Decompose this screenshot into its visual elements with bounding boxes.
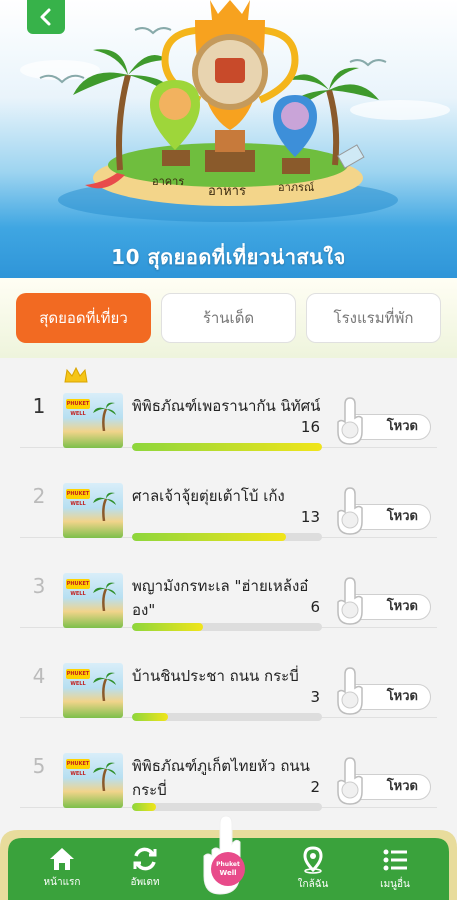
nav-update[interactable]: อัพเดท [110, 846, 180, 890]
vote-count: 2 [310, 778, 320, 796]
place-thumbnail[interactable]: PHUKET WELL [63, 483, 123, 538]
list-item[interactable]: 1 PHUKET WELL พิพิธภัณฑ์เพอรานากัน นิทัศน์… [20, 358, 437, 451]
category-tabs: สุดยอดที่เที่ยว ร้านเด็ด โรงแรมที่พัก [0, 278, 457, 358]
tab-hotels[interactable]: โรงแรมที่พัก [306, 293, 441, 343]
place-thumbnail[interactable]: PHUKET WELL [63, 393, 123, 448]
nav-home-label: หน้าแรก [43, 877, 81, 888]
back-button[interactable] [27, 0, 65, 34]
bottom-navigation: หน้าแรก อัพเดท Phuket Well ใกล้ฉัน เมนูอ… [0, 815, 457, 900]
menu-list-icon [383, 849, 407, 871]
rank-number: 2 [32, 484, 46, 508]
svg-text:Phuket: Phuket [216, 861, 240, 868]
hand-vote-icon [337, 757, 363, 805]
trophy-label-food: อาหาร [208, 184, 246, 199]
palm-tree-icon [93, 672, 116, 701]
list-item[interactable]: 5 PHUKET WELL พิพิธภัณฑ์ภูเก็ตไทยหัว ถนนกร… [20, 718, 437, 811]
vote-count: 3 [310, 688, 320, 706]
trophy-label-clothing: อาภรณ์ [278, 181, 315, 194]
palm-tree-icon [93, 492, 116, 521]
place-name[interactable]: บ้านชินประชา ถนน กระบี่ [132, 664, 322, 688]
nav-more-label: เมนูอื่น [380, 879, 410, 890]
vote-button[interactable]: โหวด [331, 397, 431, 445]
rank-number: 1 [32, 394, 46, 418]
rank-number: 5 [32, 754, 46, 778]
tab-top-attractions[interactable]: สุดยอดที่เที่ยว [16, 293, 151, 343]
place-thumbnail[interactable]: PHUKET WELL [63, 573, 123, 628]
rank-number: 4 [32, 664, 46, 688]
phuket-well-hand-icon: Phuket Well [203, 815, 245, 895]
hand-vote-icon [337, 577, 363, 625]
trophy-label-building: อาคาร [152, 175, 185, 188]
chevron-left-icon [40, 8, 51, 26]
phuket-well-logo-button[interactable]: Phuket Well [200, 814, 258, 898]
page-title: 10 สุดยอดที่เที่ยวน่าสนใจ [111, 245, 346, 269]
place-name[interactable]: ศาลเจ้าจุ้ยตุ่ยเต้าโบ้ เก้ง [132, 484, 322, 508]
vote-count: 16 [300, 418, 320, 436]
vote-button[interactable]: โหวด [331, 577, 431, 625]
vote-button[interactable]: โหวด [331, 757, 431, 805]
phuket-well-badge: PHUKET WELL [66, 759, 90, 777]
home-icon [50, 848, 74, 870]
refresh-icon [133, 847, 157, 871]
vote-button[interactable]: โหวด [331, 487, 431, 535]
rank-number: 3 [32, 574, 46, 598]
place-name[interactable]: พิพิธภัณฑ์เพอรานากัน นิทัศน์ [132, 394, 322, 418]
list-item[interactable]: 4 PHUKET WELL บ้านชินประชา ถนน กระบี่ 3 โหวด [20, 628, 437, 721]
nav-home[interactable]: หน้าแรก [27, 846, 97, 890]
phuket-well-badge: PHUKET WELL [66, 669, 90, 687]
island-trophy-illustration [20, 0, 450, 222]
hand-vote-icon [337, 397, 363, 445]
location-pin-icon [303, 846, 323, 874]
phuket-well-badge: PHUKET WELL [66, 579, 90, 597]
nav-nearby[interactable]: ใกล้ฉัน [278, 846, 348, 892]
hand-vote-icon [337, 667, 363, 715]
tab-top-restaurants[interactable]: ร้านเด็ด [161, 293, 296, 343]
ranking-list: 1 PHUKET WELL พิพิธภัณฑ์เพอรานากัน นิทัศน์… [0, 358, 457, 828]
vote-progress-fill [132, 803, 156, 811]
phuket-well-badge: PHUKET WELL [66, 489, 90, 507]
phuket-well-badge: PHUKET WELL [66, 399, 90, 417]
place-thumbnail[interactable]: PHUKET WELL [63, 753, 123, 808]
svg-text:Well: Well [219, 869, 236, 877]
palm-tree-icon [93, 402, 116, 431]
palm-tree-icon [93, 762, 116, 791]
place-thumbnail[interactable]: PHUKET WELL [63, 663, 123, 718]
list-item[interactable]: 3 PHUKET WELL พญามังกรทะเล "ฮ่ายเหล้งอ๋อง"… [20, 538, 437, 631]
vote-count: 13 [300, 508, 320, 526]
hand-vote-icon [337, 487, 363, 535]
vote-button[interactable]: โหวด [331, 667, 431, 715]
palm-tree-icon [93, 582, 116, 611]
vote-progress-bar [132, 803, 322, 811]
nav-more[interactable]: เมนูอื่น [360, 846, 430, 892]
header-banner: อาคาร อาหาร อาภรณ์ 10 สุดยอดที่เที่ยวน่า… [0, 0, 457, 278]
nav-nearby-label: ใกล้ฉัน [297, 879, 329, 890]
vote-count: 6 [310, 598, 320, 616]
nav-update-label: อัพเดท [130, 877, 160, 888]
list-item[interactable]: 2 PHUKET WELL ศาลเจ้าจุ้ยตุ่ยเต้าโบ้ เก้ง 1… [20, 448, 437, 541]
